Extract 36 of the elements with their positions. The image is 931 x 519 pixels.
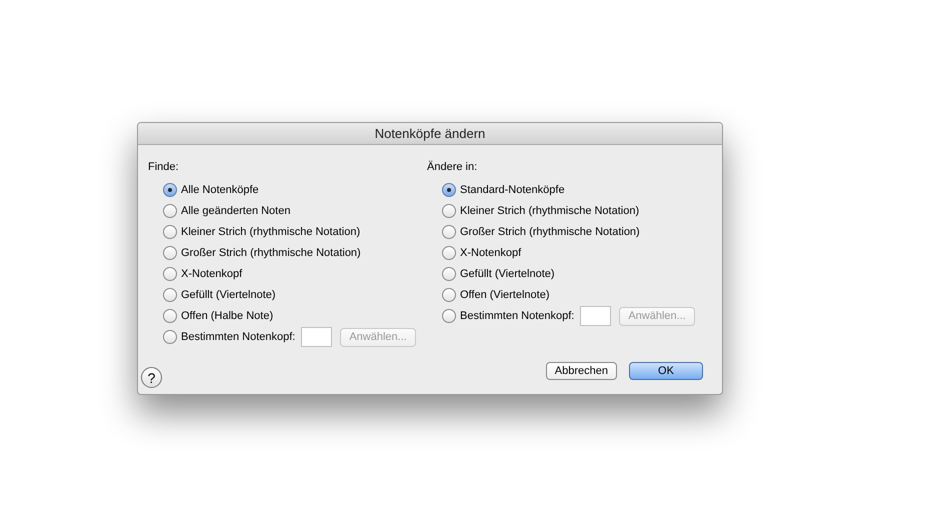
- option-label: Großer Strich (rhythmische Notation): [181, 246, 361, 261]
- input-field[interactable]: [580, 306, 612, 326]
- option-label: Offen (Viertelnote): [460, 288, 550, 303]
- option-label: Standard-Notenköpfe: [460, 182, 565, 198]
- option-label: Kleiner Strich (rhythmische Notation): [181, 224, 360, 240]
- radio-button[interactable]: [442, 267, 456, 281]
- option-label: Offen (Halbe Note): [181, 308, 274, 324]
- radio-button[interactable]: [442, 288, 456, 302]
- radio-button[interactable]: [442, 183, 456, 197]
- group-label: Ändere in:: [427, 160, 478, 175]
- option-label: X-Notenkopf: [181, 266, 242, 282]
- radio-button[interactable]: [163, 183, 177, 197]
- radio-button[interactable]: [442, 204, 456, 218]
- ok-button[interactable]: OK: [629, 362, 703, 380]
- group-label: Finde:: [148, 160, 180, 175]
- option-label: Großer Strich (rhythmische Notation): [460, 224, 640, 240]
- radio-button[interactable]: [163, 225, 177, 239]
- radio-button[interactable]: [163, 309, 177, 323]
- radio-button[interactable]: [442, 225, 456, 239]
- option-label: Gefüllt (Viertelnote): [181, 288, 276, 303]
- radio-button[interactable]: [163, 246, 177, 260]
- window-title: Notenköpfe ändern: [374, 124, 486, 143]
- option-label: Alle geänderten Noten: [181, 204, 290, 219]
- option-label: Bestimmten Notenkopf:: [181, 330, 296, 345]
- radio-button[interactable]: [163, 267, 177, 281]
- option-label: Gefüllt (Viertelnote): [460, 266, 555, 282]
- option-label: Bestimmten Notenkopf:: [460, 308, 574, 324]
- cancel-button[interactable]: Abbrechen: [546, 362, 617, 380]
- radio-button[interactable]: [442, 246, 456, 260]
- option-label: Alle Notenköpfe: [181, 182, 259, 198]
- radio-button[interactable]: [163, 204, 177, 218]
- option-label: X-Notenkopf: [460, 246, 522, 261]
- option-label: Kleiner Strich (rhythmische Notation): [460, 204, 640, 219]
- input-field[interactable]: [301, 327, 332, 347]
- radio-button[interactable]: [163, 288, 177, 302]
- help-button[interactable]: ?: [141, 367, 162, 388]
